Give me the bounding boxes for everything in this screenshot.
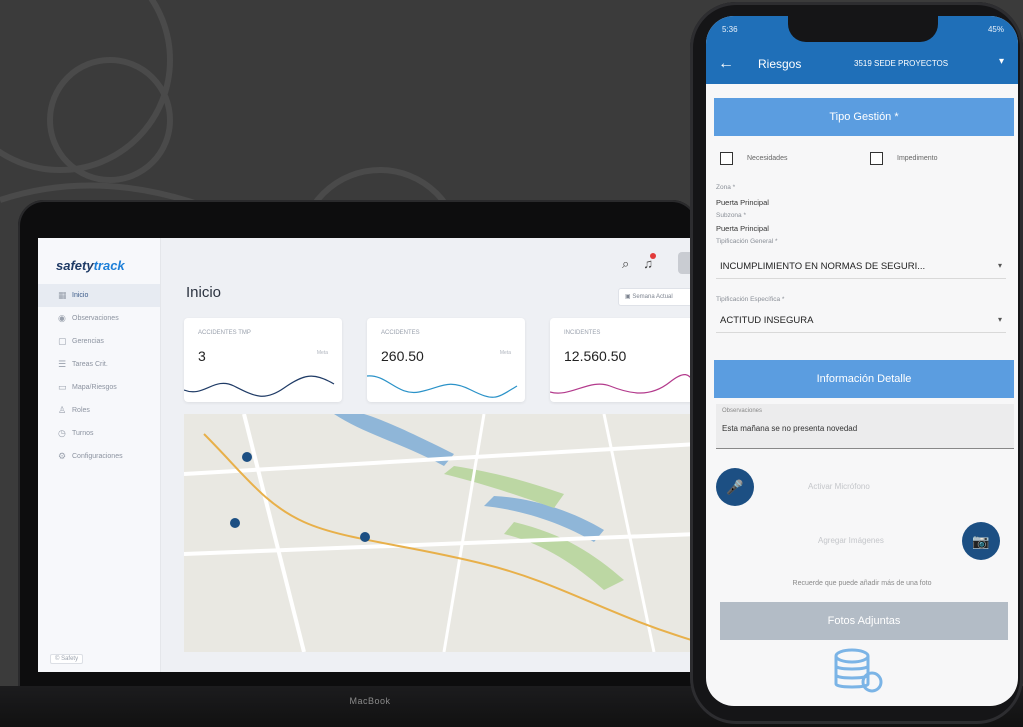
zona-label: Zona *: [716, 184, 736, 191]
sidebar-item-label: Tareas Crit.: [72, 361, 108, 368]
search-icon[interactable]: ⌕: [622, 256, 629, 272]
chevron-down-icon: ▾: [997, 261, 1002, 270]
date-range-label: Semana Actual: [632, 294, 673, 300]
screen-title: Riesgos: [758, 57, 802, 71]
checkbox-box[interactable]: [720, 152, 733, 165]
map-pin-icon[interactable]: [360, 532, 370, 542]
list-icon: ☰: [58, 359, 67, 369]
sidebar-item-label: Mapa/Riesgos: [72, 384, 117, 391]
sidebar-item-configuraciones[interactable]: ⚙ Configuraciones: [38, 445, 160, 468]
sidebar-item-label: Gerencias: [72, 338, 104, 345]
agregar-imagenes-label: Agregar Imágenes: [818, 536, 884, 545]
sidebar-item-label: Inicio: [72, 292, 89, 299]
kpi-meta: Meta: [499, 350, 511, 356]
kpi-card[interactable]: Incidentes 12.560.50: [550, 318, 698, 402]
kpi-sparkline: [367, 375, 518, 398]
section-fotos-adjuntas: Fotos Adjuntas: [720, 602, 1008, 640]
sidebar-nav: ▦ Inicio ◉ Observaciones ▢ Gerencias ☰ Tarea…: [38, 284, 160, 468]
sidebar-item-observaciones[interactable]: ◉ Observaciones: [38, 307, 160, 330]
sidebar-item-label: Configuraciones: [72, 453, 123, 460]
chevron-down-icon: ▾: [997, 315, 1002, 324]
database-icon: [834, 648, 883, 693]
sidebar-item-label: Roles: [72, 407, 90, 414]
chevron-down-icon[interactable]: ▾: [999, 56, 1004, 67]
sidebar-item-turnos[interactable]: ◷ Turnos: [38, 422, 160, 445]
activar-microfono-label: Activar Micrófono: [808, 482, 870, 491]
kpi-label: Accidentes: [381, 330, 420, 336]
kpi-sparkline: [550, 374, 698, 394]
section-tipo-gestion: Tipo Gestión *: [714, 98, 1014, 136]
observaciones-field[interactable]: Observaciones Esta mañana se no presenta…: [716, 404, 1014, 449]
kpi-value: 12.560.50: [564, 348, 627, 364]
home-icon: ▦: [58, 290, 67, 300]
subzona-label: Subzona *: [716, 212, 746, 219]
hint-text: Recuerde que puede añadir más de una fot…: [792, 580, 932, 587]
sidebar-item-label: Turnos: [72, 430, 94, 437]
kpi-sparkline: [184, 375, 335, 397]
observaciones-value: Esta mañana se no presenta novedad: [722, 424, 858, 433]
checkbox-box[interactable]: [870, 152, 883, 165]
map-view[interactable]: [184, 414, 698, 652]
map-pin-icon[interactable]: [242, 452, 252, 462]
app-bar: ← Riesgos 3519 SEDE PROYECTOS ▾: [706, 44, 1018, 84]
tipificacion-general-select[interactable]: INCUMPLIMIENTO EN NORMAS DE SEGURI... ▾: [716, 256, 1006, 279]
kpi-card[interactable]: Accidentes TMP 3 Meta: [184, 318, 342, 402]
logo-part-b: track: [93, 258, 125, 273]
folder-icon: ▢: [58, 336, 67, 346]
map-pin-icon[interactable]: [230, 518, 240, 528]
sidebar-item-label: Observaciones: [72, 315, 119, 322]
battery-level: 45%: [987, 25, 1004, 34]
laptop-screen: safetytrack ▦ Inicio ◉ Observaciones ▢ Gere…: [38, 238, 698, 672]
sidebar: safetytrack ▦ Inicio ◉ Observaciones ▢ Gere…: [38, 238, 161, 672]
checkbox-impedimento[interactable]: Impedimento: [870, 152, 937, 165]
user-icon: ♙: [58, 405, 67, 415]
subzona-value[interactable]: Puerta Principal: [716, 224, 769, 233]
kpi-card[interactable]: Accidentes 260.50 Meta: [367, 318, 525, 402]
checkbox-necesidades[interactable]: Necesidades: [720, 152, 787, 165]
section-informacion-detalle: Información Detalle: [714, 360, 1014, 398]
status-time: 5:36: [722, 25, 738, 34]
topbar-icons: ⌕ ♫: [622, 253, 657, 272]
checkbox-label: Impedimento: [897, 155, 938, 162]
kpi-value: 3: [198, 348, 206, 364]
map-icon: ▭: [58, 382, 67, 392]
kpi-meta: Meta: [316, 350, 328, 356]
microphone-icon: 🎤: [726, 479, 744, 495]
checkbox-label: Necesidades: [747, 155, 788, 162]
sidebar-item-gerencias[interactable]: ▢ Gerencias: [38, 330, 160, 353]
phone-notch: [788, 16, 938, 42]
date-range-button[interactable]: ▣ Semana Actual: [618, 288, 698, 306]
bell-icon[interactable]: ♫: [643, 253, 657, 272]
page-title: Inicio: [186, 284, 222, 301]
sidebar-item-tareas[interactable]: ☰ Tareas Crit.: [38, 353, 160, 376]
observaciones-label: Observaciones: [722, 408, 763, 414]
gear-icon: ⚙: [58, 451, 67, 461]
back-arrow-icon[interactable]: ←: [718, 55, 734, 73]
phone-screen: 5:36 45% ← Riesgos 3519 SEDE PROYECTOS ▾…: [706, 16, 1018, 706]
project-selector[interactable]: 3519 SEDE PROYECTOS: [854, 59, 948, 68]
sidebar-item-inicio[interactable]: ▦ Inicio: [38, 284, 160, 307]
sidebar-item-roles[interactable]: ♙ Roles: [38, 399, 160, 422]
tipificacion-label: Tipificación General *: [716, 238, 778, 245]
logo-part-a: safety: [56, 258, 94, 273]
select-value: ACTITUD INSEGURA: [720, 315, 814, 326]
tipificacion-especifica-label: Tipificación Específica *: [716, 296, 785, 303]
select-value: INCUMPLIMIENTO EN NORMAS DE SEGURI...: [720, 261, 926, 272]
notification-dot: [650, 253, 657, 259]
camera-icon: 📷: [972, 533, 990, 549]
app-logo[interactable]: safetytrack: [56, 258, 125, 273]
sidebar-footer: © Safety: [50, 654, 84, 664]
microphone-button[interactable]: 🎤: [716, 468, 754, 506]
tipificacion-especifica-select[interactable]: ACTITUD INSEGURA ▾: [716, 310, 1006, 333]
eye-icon: ◉: [58, 313, 66, 323]
zona-value[interactable]: Puerta Principal: [716, 198, 769, 207]
kpi-label: Incidentes: [564, 330, 601, 336]
clock-icon: ◷: [58, 428, 66, 438]
kpi-value: 260.50: [381, 348, 424, 364]
sidebar-item-riesgos[interactable]: ▭ Mapa/Riesgos: [38, 376, 160, 399]
map-graphic: [184, 414, 698, 652]
kpi-label: Accidentes TMP: [198, 330, 251, 336]
laptop-brand-label: MacBook: [349, 696, 391, 706]
camera-button[interactable]: 📷: [962, 522, 1000, 560]
